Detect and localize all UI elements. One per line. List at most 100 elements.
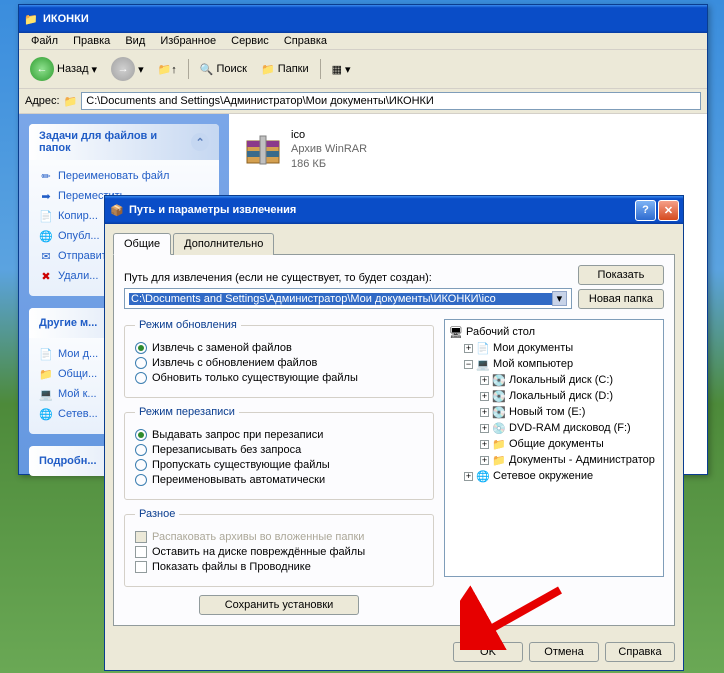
collapse-icon[interactable]: − [464, 360, 473, 369]
forward-button[interactable]: →▾ [106, 54, 149, 84]
computer-icon: 💻 [476, 357, 490, 371]
menu-tools[interactable]: Сервис [225, 33, 275, 49]
expand-icon[interactable]: + [480, 392, 489, 401]
expand-icon[interactable]: + [480, 408, 489, 417]
tab-general[interactable]: Общие [113, 233, 171, 255]
dropdown-icon[interactable]: ▾ [552, 291, 567, 306]
overwrite-mode-group: Режим перезаписи Выдавать запрос при пер… [124, 406, 434, 500]
desktop-icon: 🖥 [449, 325, 463, 339]
radio-extract-update[interactable]: Извлечь с обновлением файлов [135, 357, 423, 369]
folder-icon: 📁 [492, 437, 506, 451]
folder-up-icon: 📁↑ [158, 63, 177, 76]
misc-legend: Разное [135, 508, 179, 520]
search-button[interactable]: 🔍Поиск [195, 60, 252, 79]
save-settings-button[interactable]: Сохранить установки [199, 595, 359, 615]
explorer-titlebar: 📁 ИКОНКИ [19, 5, 707, 33]
drive-icon: 💽 [492, 405, 506, 419]
folder-icon: 📁 [64, 95, 78, 108]
dialog-title: Путь и параметры извлечения [129, 204, 296, 216]
move-icon: ➡ [39, 189, 53, 203]
folder-tree[interactable]: 🖥Рабочий стол +📄Мои документы −💻Мой комп… [444, 319, 664, 577]
check-keep-broken[interactable]: Оставить на диске повреждённые файлы [135, 546, 423, 558]
folders-button[interactable]: 📁Папки [256, 60, 314, 79]
task-rename[interactable]: ✏Переименовать файл [39, 166, 209, 186]
copy-icon: 📄 [39, 209, 53, 223]
tab-advanced[interactable]: Дополнительно [173, 233, 274, 255]
email-icon: ✉ [39, 249, 53, 263]
folder-icon: 📁 [23, 11, 39, 27]
file-size: 186 КБ [291, 157, 367, 171]
views-button[interactable]: ▦▾ [327, 60, 356, 79]
radio-skip[interactable]: Пропускать существующие файлы [135, 459, 423, 471]
check-subfolders: Распаковать архивы во вложенные папки [135, 531, 423, 543]
folder-icon: 📁 [492, 453, 506, 467]
rename-icon: ✏ [39, 169, 53, 183]
collapse-icon[interactable]: ⌃ [191, 133, 209, 151]
newfolder-button[interactable]: Новая папка [578, 289, 664, 309]
back-icon: ← [30, 57, 54, 81]
update-legend: Режим обновления [135, 319, 241, 331]
expand-icon[interactable]: + [464, 472, 473, 481]
menubar: Файл Правка Вид Избранное Сервис Справка [19, 33, 707, 50]
radio-rename[interactable]: Переименовывать автоматически [135, 474, 423, 486]
ok-button[interactable]: OK [453, 642, 523, 662]
chevron-down-icon: ▾ [138, 63, 144, 76]
menu-help[interactable]: Справка [278, 33, 333, 49]
explorer-title: ИКОНКИ [43, 13, 89, 25]
file-name: ico [291, 128, 367, 142]
expand-icon[interactable]: + [480, 424, 489, 433]
radio-extract-replace[interactable]: Извлечь с заменой файлов [135, 342, 423, 354]
dvd-icon: 💿 [492, 421, 506, 435]
path-value: C:\Documents and Settings\Администратор\… [129, 293, 552, 305]
menu-view[interactable]: Вид [119, 33, 151, 49]
path-label: Путь для извлечения (если не существует,… [124, 272, 572, 284]
drive-icon: 💽 [492, 373, 506, 387]
expand-icon[interactable]: + [480, 456, 489, 465]
menu-file[interactable]: Файл [25, 33, 64, 49]
publish-icon: 🌐 [39, 229, 53, 243]
menu-edit[interactable]: Правка [67, 33, 116, 49]
file-item[interactable]: ico Архив WinRAR 186 КБ [239, 124, 439, 175]
views-icon: ▦ [332, 63, 342, 76]
misc-group: Разное Распаковать архивы во вложенные п… [124, 508, 434, 587]
folders-icon: 📁 [261, 63, 275, 76]
expand-icon[interactable]: + [480, 440, 489, 449]
path-input[interactable]: C:\Documents and Settings\Администратор\… [124, 288, 572, 309]
help-button[interactable]: ? [635, 200, 656, 221]
close-button[interactable]: ✕ [658, 200, 679, 221]
mydocs-icon: 📄 [476, 341, 490, 355]
help-footer-button[interactable]: Справка [605, 642, 675, 662]
shared-icon: 📁 [39, 367, 53, 381]
overwrite-legend: Режим перезаписи [135, 406, 239, 418]
delete-icon: ✖ [39, 269, 53, 283]
radio-overwrite[interactable]: Перезаписывать без запроса [135, 444, 423, 456]
winrar-icon [243, 129, 283, 169]
menu-favorites[interactable]: Избранное [154, 33, 222, 49]
dialog-titlebar: 📦 Путь и параметры извлечения ? ✕ [105, 196, 683, 224]
address-input[interactable] [81, 92, 701, 110]
drive-icon: 💽 [492, 389, 506, 403]
network-icon: 🌐 [476, 469, 490, 483]
mydocs-icon: 📄 [39, 347, 53, 361]
address-label: Адрес: [25, 95, 60, 107]
other-title: Другие м... [39, 317, 97, 329]
expand-icon[interactable]: + [480, 376, 489, 385]
addressbar: Адрес: 📁 [19, 89, 707, 114]
up-button[interactable]: 📁↑ [153, 60, 182, 79]
back-button[interactable]: ←Назад▾ [25, 54, 102, 84]
cancel-button[interactable]: Отмена [529, 642, 599, 662]
check-show-explorer[interactable]: Показать файлы в Проводнике [135, 561, 423, 573]
details-title: Подробн... [39, 455, 97, 467]
chevron-down-icon: ▾ [92, 63, 98, 76]
radio-ask[interactable]: Выдавать запрос при перезаписи [135, 429, 423, 441]
search-icon: 🔍 [200, 63, 214, 76]
update-mode-group: Режим обновления Извлечь с заменой файло… [124, 319, 434, 398]
file-type: Архив WinRAR [291, 142, 367, 156]
radio-freshen[interactable]: Обновить только существующие файлы [135, 372, 423, 384]
chevron-down-icon: ▾ [345, 63, 351, 76]
winrar-icon: 📦 [109, 202, 125, 218]
computer-icon: 💻 [39, 387, 53, 401]
show-button[interactable]: Показать [578, 265, 664, 285]
expand-icon[interactable]: + [464, 344, 473, 353]
tasks-title: Задачи для файлов и папок [39, 130, 191, 154]
